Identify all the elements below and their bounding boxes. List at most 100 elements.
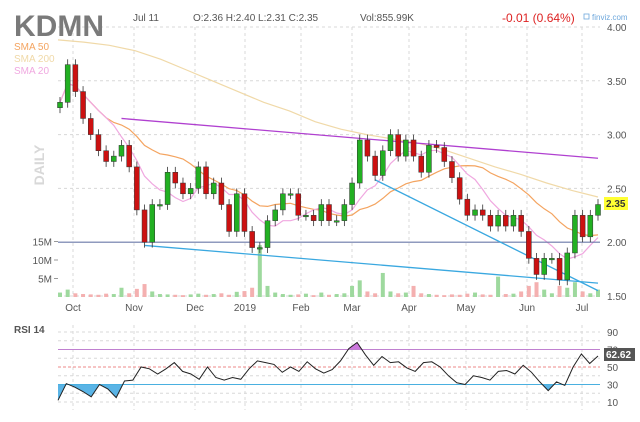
volume-bar	[119, 287, 124, 297]
candle-up	[341, 204, 348, 221]
candle-down	[249, 231, 255, 248]
x-tick-label: Jun	[519, 303, 535, 314]
candle-up	[403, 139, 409, 157]
candle-down	[503, 215, 509, 227]
candle-down	[518, 215, 524, 232]
volume-bar	[373, 293, 378, 297]
candle-up	[264, 220, 271, 248]
candle-up	[318, 204, 325, 221]
volume-bar	[104, 293, 109, 297]
candle-down	[579, 215, 586, 238]
price-tick-label: 4.00	[607, 23, 627, 34]
candle-up	[572, 215, 578, 254]
volume-bar	[419, 293, 424, 297]
volume-bar	[557, 285, 562, 297]
volume-bar	[127, 293, 132, 297]
candle-up	[164, 172, 171, 205]
candle-up	[349, 182, 355, 205]
volume-bar	[442, 295, 447, 297]
rsi-title: RSI 14	[14, 325, 45, 336]
candle-down	[372, 155, 378, 176]
candle-up	[287, 193, 294, 196]
candle-up	[380, 150, 386, 176]
candle-up	[118, 145, 125, 157]
candle-up	[272, 209, 278, 221]
volume-bar	[173, 294, 178, 297]
x-tick-label: Feb	[292, 303, 310, 314]
volume-bar	[503, 294, 508, 297]
volume-bar	[449, 294, 454, 297]
volume-bar	[96, 294, 101, 297]
candle-up	[472, 209, 478, 216]
volume-bar	[311, 295, 316, 297]
candle-down	[464, 198, 471, 216]
volume-bar	[73, 293, 78, 297]
candle-down	[226, 204, 232, 232]
rsi-tick-label: 10	[607, 398, 619, 409]
candle-up	[280, 193, 286, 211]
candle-down	[95, 134, 102, 151]
volume-bar	[596, 289, 600, 297]
volume-bar	[88, 294, 93, 297]
volume-bar	[565, 287, 570, 297]
candle-up	[187, 188, 194, 195]
volume-bar	[234, 291, 239, 297]
candle-up	[64, 64, 71, 103]
candle-down	[72, 64, 79, 92]
stock-chart: Oct Nov Dec 2019 Feb Mar Apr May Jun Jul 4.00 3.50 3…	[14, 10, 635, 410]
volume-bar	[58, 292, 62, 297]
volume-bar	[365, 291, 370, 297]
candle-up	[356, 139, 363, 184]
volume-bar	[265, 285, 270, 297]
volume-bar	[572, 282, 577, 297]
candle-down	[410, 139, 417, 157]
sma20-line	[59, 82, 599, 260]
volume-readout: Vol:855.99K	[360, 13, 414, 24]
candle-down	[80, 91, 86, 119]
volume-bar	[549, 293, 554, 297]
volume-bars	[58, 245, 600, 297]
candle-up	[257, 247, 263, 250]
candle-up	[387, 134, 394, 151]
candle-down	[441, 147, 448, 162]
candle-up	[157, 204, 163, 207]
volume-bar	[180, 295, 185, 297]
candle-up	[303, 215, 309, 218]
legend-sma20: SMA 20	[14, 66, 49, 77]
candle-down	[126, 145, 132, 168]
legend-sma200: SMA 200	[14, 54, 55, 65]
volume-bar	[134, 288, 139, 297]
x-tick-label: Nov	[125, 303, 143, 314]
price-tick-label: 2.00	[607, 238, 627, 249]
x-tick-label: Mar	[343, 303, 361, 314]
volume-bar	[81, 294, 86, 297]
volume-bar	[473, 292, 478, 297]
volume-bar	[496, 276, 501, 297]
candle-up	[595, 204, 601, 216]
rsi-tick-label: 90	[607, 328, 619, 339]
volume-bar	[196, 293, 201, 297]
volume-bar	[411, 285, 416, 297]
volume-bar	[534, 282, 539, 297]
rsi-line	[57, 341, 599, 401]
volume-bar	[334, 294, 339, 297]
period-watermark: DAILY	[31, 144, 47, 185]
candle-down	[526, 231, 532, 259]
finviz-logo[interactable]: finviz.com	[592, 13, 628, 22]
candle-up	[57, 102, 63, 108]
price-tick-label: 2.50	[607, 184, 627, 195]
candle-down	[103, 150, 109, 162]
volume-bar	[588, 293, 593, 297]
candle-up	[495, 215, 501, 227]
candle-down	[172, 172, 179, 184]
rsi-tick-label: 50	[607, 363, 619, 374]
candle-up	[195, 166, 202, 189]
candle-down	[479, 209, 486, 216]
volume-bar	[204, 294, 209, 297]
candle-up	[333, 220, 340, 223]
candle-down	[456, 177, 463, 200]
volume-bar	[219, 293, 224, 297]
bar-date: Jul 11	[133, 13, 159, 24]
volume-bar	[526, 285, 531, 297]
price-tick-label: 1.50	[607, 292, 627, 303]
